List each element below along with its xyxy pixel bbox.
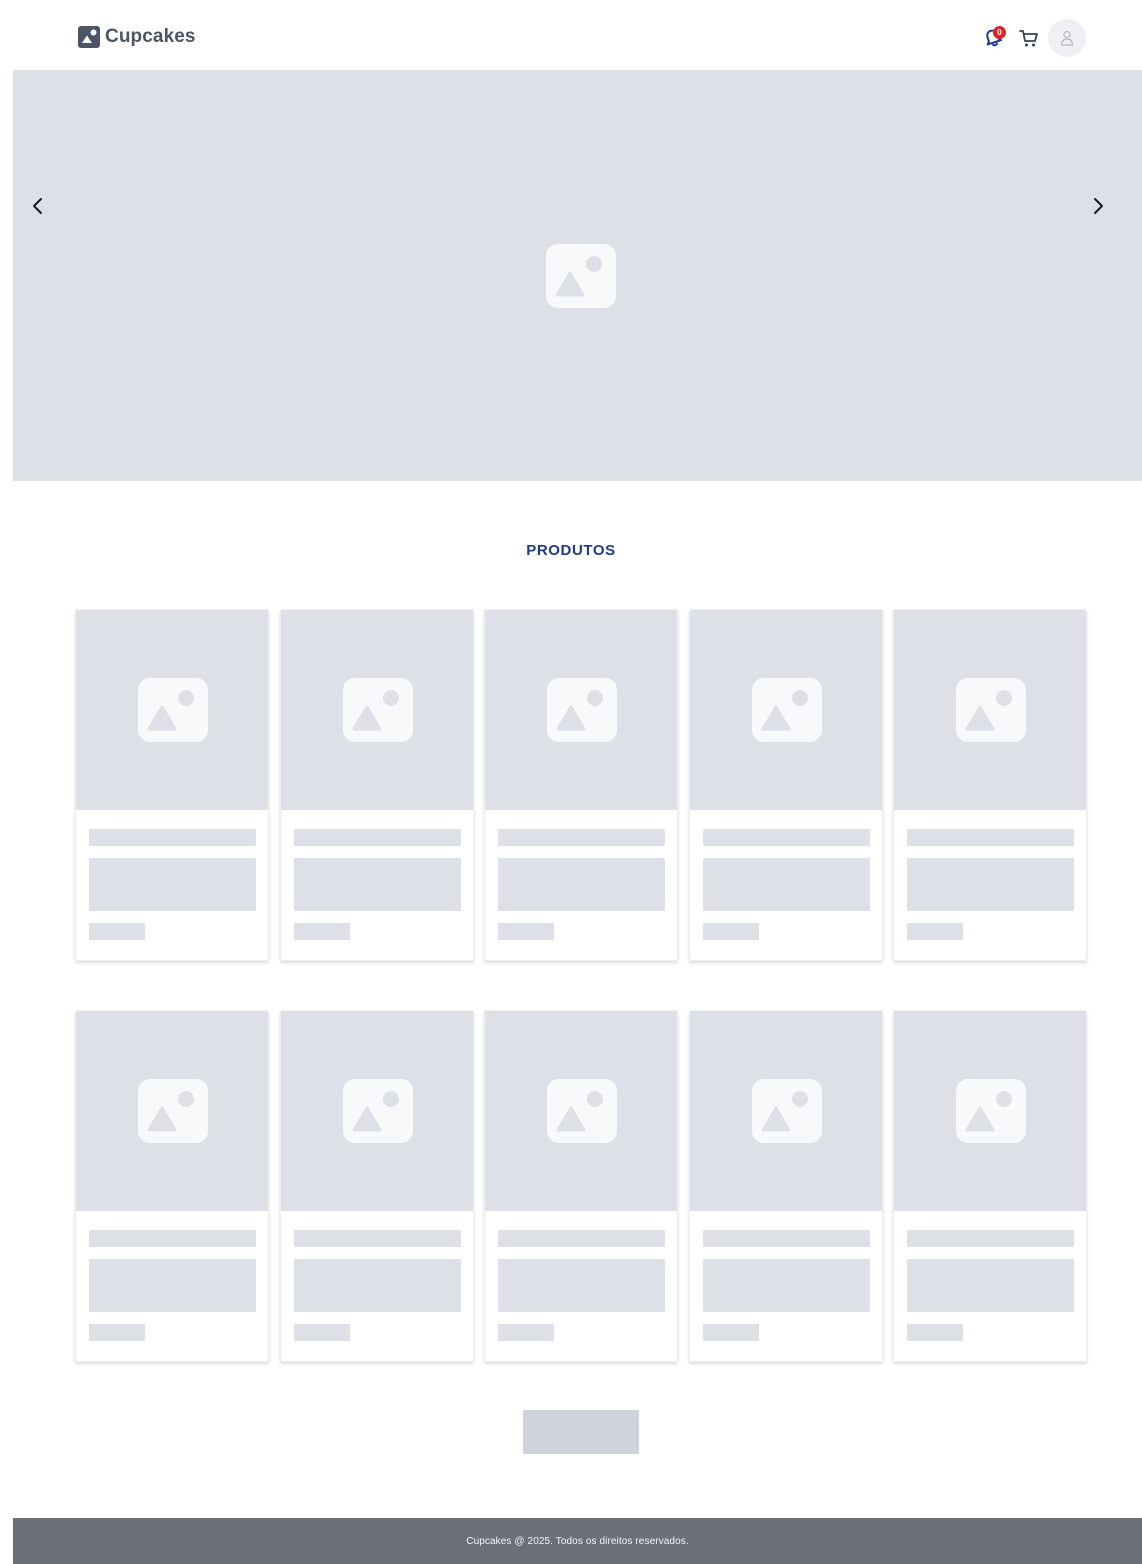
product-image-placeholder — [894, 1011, 1086, 1211]
product-description-skeleton — [293, 1259, 461, 1312]
product-image-placeholder — [485, 1011, 677, 1211]
image-logo-icon — [78, 26, 100, 48]
brand-logo[interactable]: Cupcakes — [78, 26, 196, 48]
product-image-placeholder — [280, 1011, 473, 1211]
image-placeholder-icon — [547, 678, 617, 742]
product-title-skeleton — [498, 829, 665, 846]
brand-name: Cupcakes — [105, 26, 196, 47]
product-description-skeleton — [498, 858, 665, 911]
image-placeholder-icon — [751, 678, 822, 742]
product-card[interactable] — [484, 1010, 678, 1362]
product-card[interactable] — [893, 1010, 1087, 1362]
product-image-placeholder — [689, 1011, 882, 1211]
product-description-skeleton — [498, 1259, 665, 1312]
product-image-placeholder — [280, 610, 473, 810]
product-image-placeholder — [689, 610, 882, 810]
user-icon — [1060, 30, 1074, 46]
image-placeholder-icon — [138, 1079, 208, 1143]
product-price-skeleton — [907, 1324, 963, 1341]
product-title-skeleton — [293, 1230, 461, 1247]
image-placeholder-icon — [546, 244, 616, 308]
product-description-skeleton — [702, 1259, 870, 1312]
product-price-skeleton — [293, 923, 350, 940]
product-description-skeleton — [89, 1259, 256, 1312]
product-price-skeleton — [907, 923, 963, 940]
footer-copyright: Cupcakes @ 2025. Todos os direitos reser… — [466, 1535, 689, 1547]
product-title-skeleton — [702, 1230, 870, 1247]
product-title-skeleton — [907, 1230, 1074, 1247]
product-title-skeleton — [702, 829, 870, 846]
image-placeholder-icon — [342, 1079, 413, 1143]
product-image-placeholder — [76, 1011, 268, 1211]
cart-icon — [1019, 30, 1038, 47]
image-placeholder-icon — [956, 1079, 1026, 1143]
notification-badge: 0 — [993, 26, 1006, 39]
product-price-skeleton — [89, 923, 145, 940]
carousel-next-button[interactable] — [1083, 191, 1113, 221]
chevron-left-icon — [33, 198, 42, 214]
product-title-skeleton — [89, 829, 256, 846]
product-title-skeleton — [89, 1230, 256, 1247]
product-price-skeleton — [498, 1324, 554, 1341]
product-description-skeleton — [907, 1259, 1074, 1312]
products-section-title: PRODUTOS — [526, 542, 616, 559]
image-placeholder-icon — [342, 678, 413, 742]
image-placeholder-icon — [547, 1079, 617, 1143]
page: Cupcakes 0 PRODUTOS Cupcakes @ 2025. Tod… — [0, 0, 1142, 1564]
header-actions: 0 — [978, 19, 1086, 57]
footer: Cupcakes @ 2025. Todos os direitos reser… — [13, 1518, 1142, 1564]
product-price-skeleton — [89, 1324, 145, 1341]
chevron-right-icon — [1094, 198, 1103, 214]
product-card[interactable] — [688, 609, 883, 961]
product-description-skeleton — [702, 858, 870, 911]
image-placeholder-icon — [751, 1079, 822, 1143]
load-more-button-skeleton[interactable] — [523, 1410, 639, 1454]
header: Cupcakes 0 — [0, 0, 1142, 70]
products-grid — [75, 609, 1087, 1362]
notifications-button[interactable]: 0 — [978, 20, 1008, 56]
product-title-skeleton — [293, 829, 461, 846]
product-card[interactable] — [75, 609, 269, 961]
product-description-skeleton — [907, 858, 1074, 911]
product-price-skeleton — [498, 923, 554, 940]
product-card[interactable] — [279, 609, 474, 961]
hero-carousel — [13, 70, 1142, 481]
product-card[interactable] — [279, 1010, 474, 1362]
product-description-skeleton — [293, 858, 461, 911]
product-card[interactable] — [484, 609, 678, 961]
product-title-skeleton — [907, 829, 1074, 846]
product-image-placeholder — [894, 610, 1086, 810]
image-placeholder-icon — [138, 678, 208, 742]
cart-button[interactable] — [1014, 20, 1044, 56]
product-description-skeleton — [89, 858, 256, 911]
image-placeholder-icon — [956, 678, 1026, 742]
product-price-skeleton — [702, 923, 759, 940]
product-card[interactable] — [688, 1010, 883, 1362]
user-avatar-button[interactable] — [1048, 19, 1086, 57]
product-image-placeholder — [485, 610, 677, 810]
product-price-skeleton — [293, 1324, 350, 1341]
product-price-skeleton — [702, 1324, 759, 1341]
carousel-prev-button[interactable] — [23, 191, 53, 221]
product-title-skeleton — [498, 1230, 665, 1247]
product-card[interactable] — [893, 609, 1087, 961]
product-card[interactable] — [75, 1010, 269, 1362]
product-image-placeholder — [76, 610, 268, 810]
